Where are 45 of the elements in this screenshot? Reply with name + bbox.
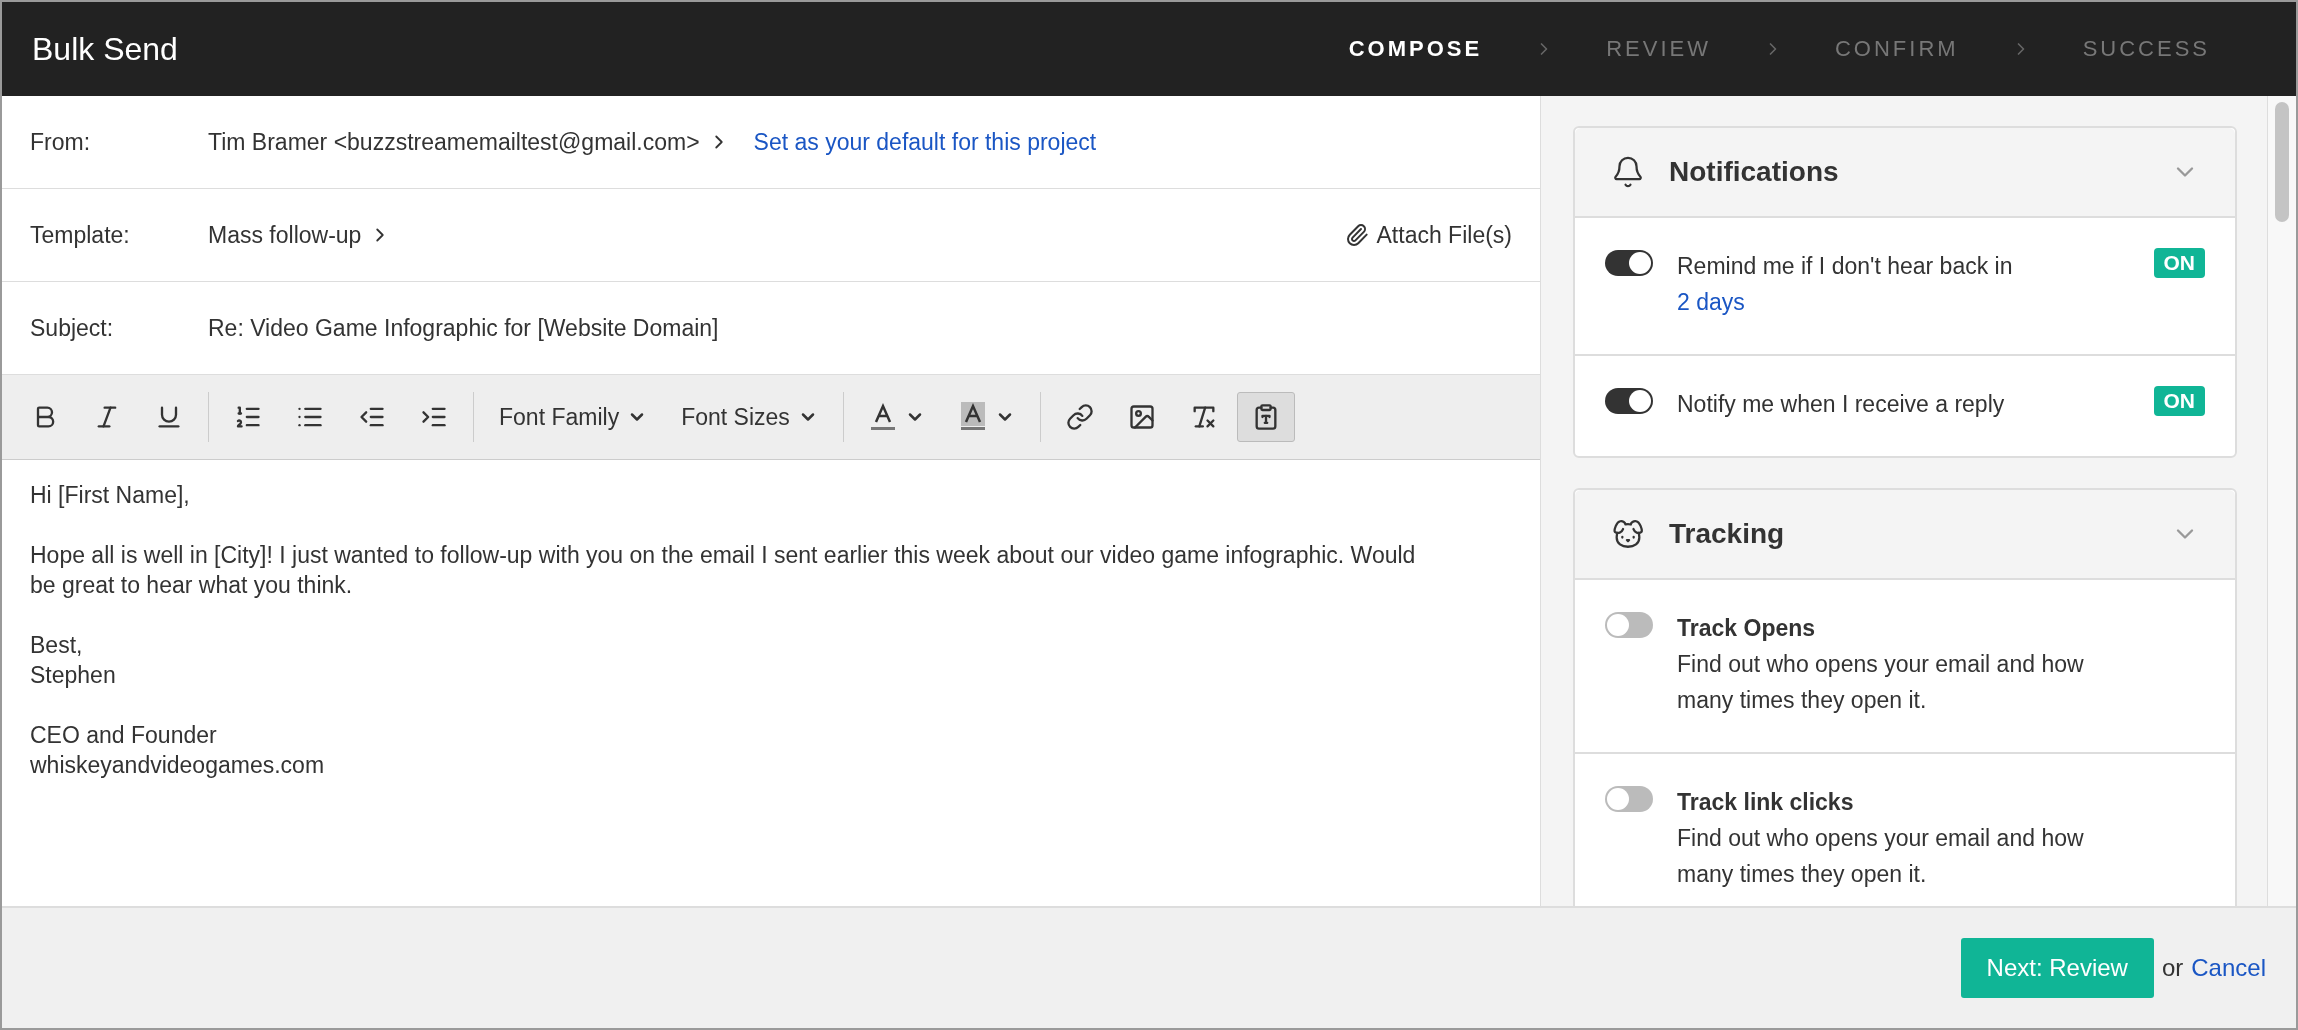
link-icon [1065,403,1094,431]
card-title: Tracking [1669,518,1786,550]
setting-title: Track Opens [1677,614,1817,643]
setting-title: Track link clicks [1677,788,1855,817]
message-paragraph: Best, Stephen [30,631,117,690]
scrollbar-thumb[interactable] [2275,102,2289,222]
font-dropdown[interactable]: Font Sizes [666,392,833,442]
attach-button[interactable]: Attach File(s) [1344,221,1512,249]
subject-value: Re: Video Game Infographic for [Website Domain] [208,314,719,342]
field-label: Subject: [30,314,115,342]
message-paragraph: CEO and Founder whiskeyandvideogames.com [30,721,326,780]
field-label: From: [30,128,92,156]
cancel-link[interactable]: Cancel [2191,954,2266,982]
text-color-icon [868,402,897,432]
paperclip-icon [1344,223,1369,247]
default-link[interactable]: Set as your default for this project [753,128,1097,156]
toggle-switch[interactable] [1605,786,1653,812]
image-icon [1127,403,1156,431]
status-badge: ON [2153,248,2205,278]
or-text: or [2161,954,2184,982]
template-selector[interactable]: Mass follow-up [208,221,392,249]
step-label: REVIEW [1606,36,1711,62]
step-label: CONFIRM [1835,36,1959,62]
sender-selector[interactable]: Tim Bramer <buzzstreamemailtest@gmail.com> [208,128,730,156]
font-dropdown[interactable]: Font Family [484,392,663,442]
duration-link[interactable]: 2 days [1677,289,1745,315]
message-paragraph: Hi [First Name], [30,481,191,510]
card-title: Notifications [1669,156,1840,188]
step-label: COMPOSE [1348,36,1483,62]
status-badge: ON [2153,386,2205,416]
field-label: Template: [30,221,131,249]
setting-description: Find out who opens your email and how many times they open it. [1677,824,2085,889]
setting-label: Remind me if I don't hear back in [1677,252,2014,281]
toggle-switch[interactable] [1605,388,1653,414]
background-color-icon [958,402,987,432]
setting-description: Find out who opens your email and how many times they open it. [1677,650,2085,715]
bell-icon [1611,155,1645,189]
paste-as-text-button[interactable] [1236,392,1295,442]
dog-icon [1611,517,1645,551]
step-label: SUCCESS [2082,36,2210,62]
message-paragraph: Hope all is well in [City]! I just wanted to follow-up with you on the email I sent earlier this week about our video game infographic. Would be great to hear what you think. [30,541,1417,600]
toggle-switch[interactable] [1605,250,1653,276]
window-title: Bulk Send [32,30,179,68]
toggle-switch[interactable] [1605,612,1653,638]
setting-label: Notify me when I receive a reply [1677,390,2006,419]
